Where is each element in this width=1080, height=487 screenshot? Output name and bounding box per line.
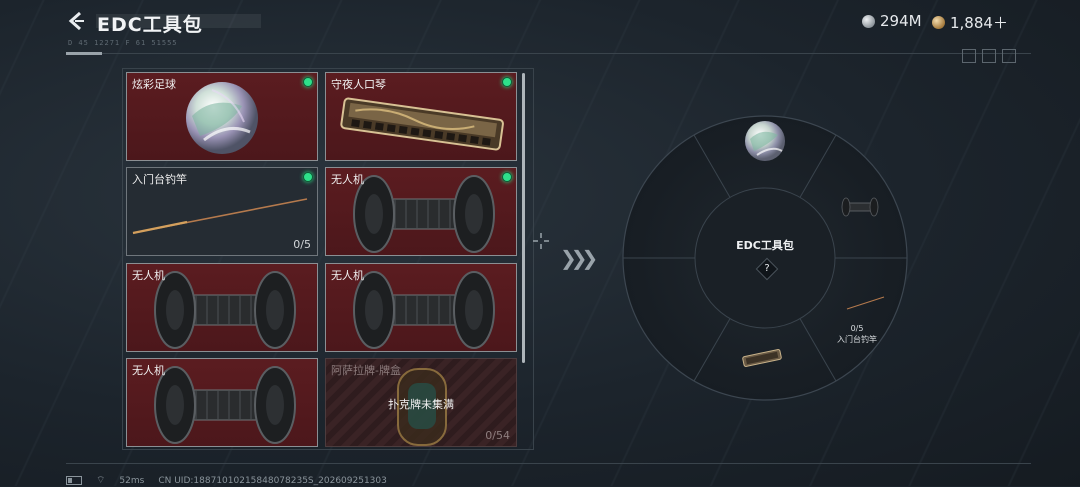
item-card[interactable]: 无人机: [325, 167, 517, 256]
lock-message: 扑克牌未集满: [388, 398, 454, 411]
wheel-hint-icon: ?: [764, 263, 770, 274]
gold-coin-icon: [932, 16, 945, 29]
item-card[interactable]: 守夜人口琴: [325, 72, 517, 161]
item-name: 无人机: [331, 269, 364, 282]
item-name: 守夜人口琴: [331, 78, 386, 91]
item-name: 阿萨拉牌-牌盒: [331, 364, 401, 377]
footer-divider: [66, 463, 1031, 464]
crosshair-icon: [533, 233, 549, 249]
status-bar: ⌔ 52ms CN UID:18871010215848078235S_2026…: [66, 474, 387, 487]
silver-coin-icon: [862, 14, 875, 28]
gold-currency-value: 1,884＋: [950, 14, 1008, 32]
item-count: 0/54: [485, 429, 510, 442]
coordinate-readout: D 45 12271 F 61 51555: [68, 39, 178, 47]
header-divider-accent: [66, 52, 102, 55]
equipped-indicator-icon: [303, 172, 313, 182]
item-card[interactable]: 无人机: [126, 263, 318, 352]
wifi-icon: ⌔: [96, 475, 106, 486]
wheel-center-title: EDC工具包: [736, 239, 794, 252]
tool-edit-icon[interactable]: [982, 49, 996, 63]
equipped-indicator-icon: [502, 77, 512, 87]
uid-text: CN UID:18871010215848078235S_20260925130…: [158, 475, 387, 486]
back-arrow-icon: [68, 11, 84, 31]
silver-currency-value: 294M: [880, 12, 922, 30]
battery-icon: [66, 476, 82, 485]
item-card[interactable]: 炫彩足球: [126, 72, 318, 161]
wheel-rod-label: 入门台钓竿: [837, 335, 877, 344]
item-name: 无人机: [132, 269, 165, 282]
tool-expand-icon[interactable]: [1002, 49, 1016, 63]
wheel-slot-top-orb-icon[interactable]: [745, 121, 785, 161]
item-name: 无人机: [331, 173, 364, 186]
drone-art: [353, 175, 495, 253]
orb-art: [186, 82, 258, 154]
item-card[interactable]: 阿萨拉牌-牌盒 0/54 扑克牌未集满: [325, 358, 517, 447]
tool-square-icon[interactable]: [962, 49, 976, 63]
gold-currency[interactable]: 1,884＋: [932, 12, 1008, 33]
fishing-rod-art: [132, 198, 308, 235]
window-tools: [962, 49, 1016, 63]
silver-currency: 294M: [862, 12, 922, 30]
page-title: EDC工具包: [97, 14, 203, 36]
equipped-indicator-icon: [303, 77, 313, 87]
ping-value: 52ms: [119, 475, 145, 486]
back-button[interactable]: [66, 10, 90, 34]
item-name: 炫彩足球: [132, 78, 176, 91]
header-divider: [66, 53, 1031, 54]
item-grid-scrollbar[interactable]: [522, 73, 525, 363]
drone-art: [353, 271, 495, 349]
item-name: 无人机: [132, 364, 165, 377]
wheel-rod-count: 0/5: [850, 324, 864, 333]
edc-wheel[interactable]: EDC工具包 ? 0/5 入门台钓竿: [622, 115, 908, 401]
item-card[interactable]: 无人机: [126, 358, 318, 447]
item-card[interactable]: 无人机: [325, 263, 517, 352]
item-card[interactable]: 入门台钓竿 0/5: [126, 167, 318, 256]
equipped-indicator-icon: [502, 172, 512, 182]
item-name: 入门台钓竿: [132, 173, 187, 186]
harmonica-art: [340, 97, 504, 151]
forward-chevrons-icon: ❯❯❯: [560, 246, 598, 270]
drone-art: [154, 366, 296, 444]
item-count: 0/5: [293, 238, 311, 251]
drone-art: [154, 271, 296, 349]
